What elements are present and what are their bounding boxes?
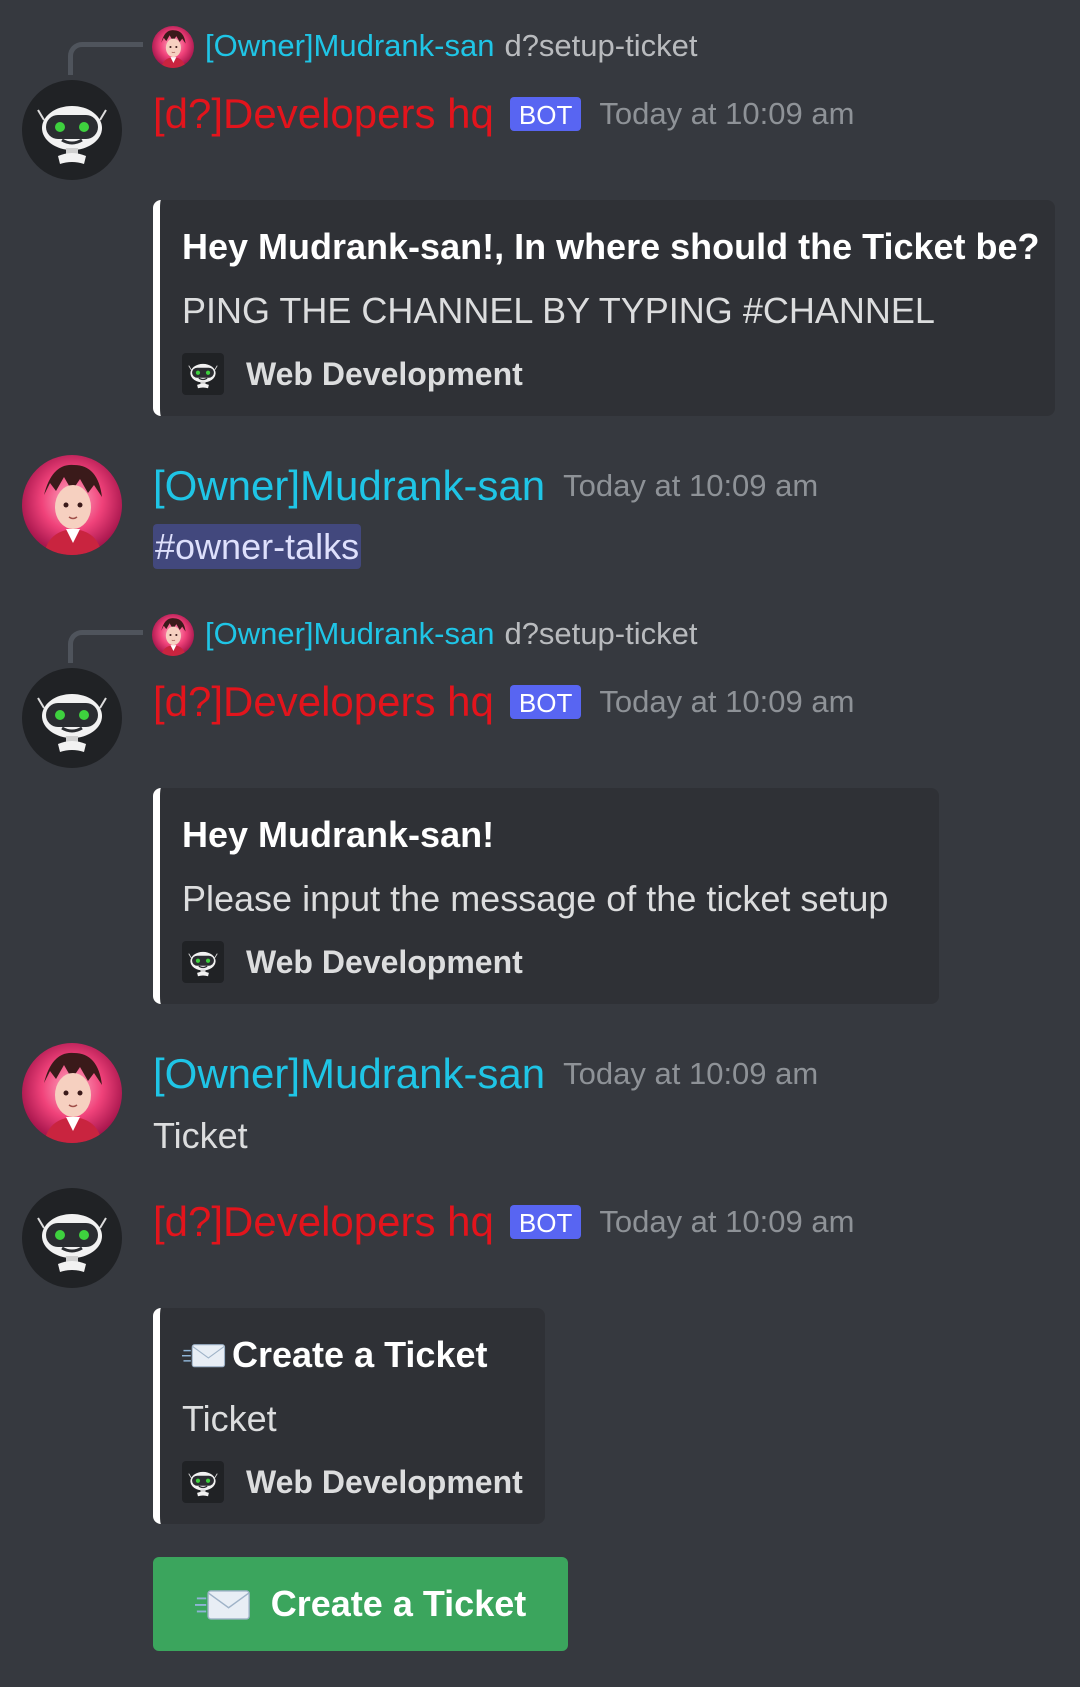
message-timestamp[interactable]: Today at 10:09 am	[599, 96, 854, 132]
embed-description: Ticket	[182, 1398, 277, 1439]
bot-avatar[interactable]	[22, 80, 122, 180]
message-text: Ticket	[153, 1115, 248, 1156]
robot-icon	[182, 941, 224, 983]
embed-description: Please input the message of the ticket s…	[182, 878, 889, 919]
owner-username[interactable]: [Owner]Mudrank-san	[153, 462, 545, 510]
reply-avatar[interactable]	[152, 26, 194, 68]
owner-avatar[interactable]	[22, 455, 122, 555]
embed-title: Hey Mudrank-san!, In where should the Ti…	[182, 226, 1040, 267]
reply-avatar[interactable]	[152, 614, 194, 656]
embed-description: PING THE CHANNEL BY TYPING #CHANNEL	[182, 290, 935, 331]
embed-title: Create a Ticket	[232, 1334, 488, 1375]
embed-footer: Web Development	[182, 941, 523, 983]
envelope-icon	[182, 1340, 226, 1370]
bot-tag-badge: BOT	[509, 97, 582, 131]
robot-icon	[182, 353, 224, 395]
channel-mention[interactable]: #owner-talks	[153, 524, 362, 569]
bot-tag-badge: BOT	[509, 1205, 582, 1239]
embed-card: Create a Ticket Ticket Web Development	[153, 1308, 545, 1524]
embed-card: Hey Mudrank-san! Please input the messag…	[153, 788, 939, 1004]
bot-username[interactable]: [d?]Developers hq	[153, 1198, 494, 1246]
reply-username[interactable]: [Owner]Mudrank-san	[205, 616, 494, 651]
owner-username[interactable]: [Owner]Mudrank-san	[153, 1050, 545, 1098]
owner-avatar[interactable]	[22, 1043, 122, 1143]
create-ticket-button[interactable]: Create a Ticket	[153, 1557, 568, 1651]
create-ticket-button-label: Create a Ticket	[270, 1583, 527, 1624]
bot-username[interactable]: [d?]Developers hq	[153, 678, 494, 726]
embed-footer-text: Web Development	[246, 1463, 523, 1500]
robot-icon	[182, 1461, 224, 1503]
embed-card: Hey Mudrank-san!, In where should the Ti…	[153, 200, 1055, 416]
envelope-icon	[195, 1585, 251, 1623]
message-timestamp[interactable]: Today at 10:09 am	[599, 684, 854, 720]
embed-title: Hey Mudrank-san!	[182, 814, 495, 855]
message-timestamp[interactable]: Today at 10:09 am	[599, 1204, 854, 1240]
reply-command-text[interactable]: d?setup-ticket	[504, 28, 697, 63]
bot-avatar[interactable]	[22, 1188, 122, 1288]
bot-avatar[interactable]	[22, 668, 122, 768]
message-timestamp[interactable]: Today at 10:09 am	[563, 1056, 818, 1092]
embed-footer-text: Web Development	[246, 355, 523, 392]
bot-tag-badge: BOT	[509, 685, 582, 719]
reply-username[interactable]: [Owner]Mudrank-san	[205, 28, 494, 63]
message-timestamp[interactable]: Today at 10:09 am	[563, 468, 818, 504]
embed-footer: Web Development	[182, 1461, 523, 1503]
reply-command-text[interactable]: d?setup-ticket	[504, 616, 697, 651]
reply-connector	[68, 42, 143, 75]
reply-connector	[68, 630, 143, 663]
embed-footer: Web Development	[182, 353, 523, 395]
bot-username[interactable]: [d?]Developers hq	[153, 90, 494, 138]
embed-footer-text: Web Development	[246, 943, 523, 980]
